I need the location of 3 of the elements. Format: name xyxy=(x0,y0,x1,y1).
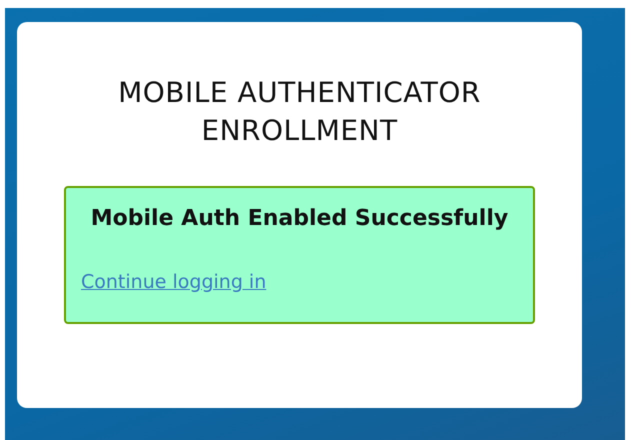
alert-heading: Mobile Auth Enabled Successfully xyxy=(90,206,510,231)
page-title: MOBILE AUTHENTICATOR ENROLLMENT xyxy=(117,75,482,149)
continue-link[interactable]: Continue logging in xyxy=(81,271,266,293)
